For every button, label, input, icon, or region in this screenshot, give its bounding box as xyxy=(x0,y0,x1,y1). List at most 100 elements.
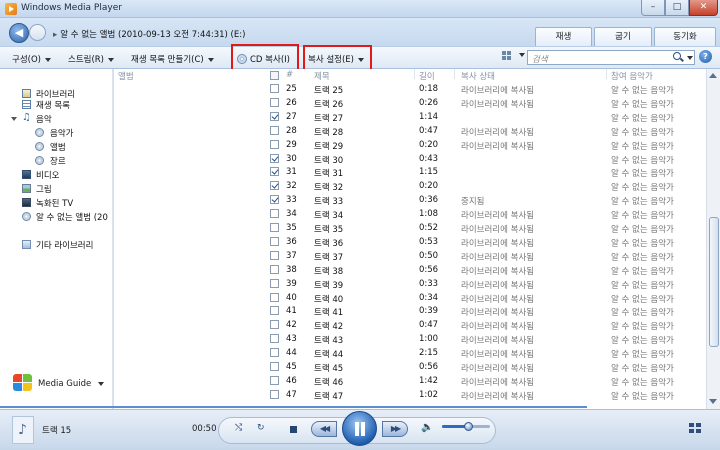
stream-menu[interactable]: 스트림(R) xyxy=(68,53,114,65)
forward-button[interactable] xyxy=(29,24,46,41)
track-row[interactable]: 42 트랙 42 0:47 라이브러리에 복사됨 알 수 없는 음악가 xyxy=(114,318,706,332)
view-options-icon[interactable] xyxy=(502,51,512,61)
track-checkbox[interactable] xyxy=(270,334,279,344)
track-checkbox[interactable] xyxy=(270,389,279,399)
column-header-title[interactable]: 제목 xyxy=(314,70,330,82)
search-icon[interactable] xyxy=(673,52,681,60)
track-checkbox[interactable] xyxy=(270,97,279,107)
sidebar-item-playlists[interactable]: 재생 목록 xyxy=(36,99,70,111)
track-checkbox[interactable] xyxy=(270,125,279,135)
sidebar-item-unknown-album[interactable]: 알 수 없는 앨범 (20 xyxy=(36,211,108,223)
seek-progress-bar[interactable] xyxy=(0,406,587,408)
stop-button[interactable] xyxy=(290,426,297,433)
switch-to-now-playing-icon[interactable] xyxy=(689,423,702,434)
column-header-length[interactable]: 길이 xyxy=(419,70,435,82)
track-row[interactable]: 39 트랙 39 0:33 라이브러리에 복사됨 알 수 없는 음악가 xyxy=(114,277,706,291)
track-row[interactable]: 43 트랙 43 1:00 라이브러리에 복사됨 알 수 없는 음악가 xyxy=(114,332,706,346)
track-row[interactable]: 30 트랙 30 0:43 알 수 없는 음악가 xyxy=(114,152,706,166)
select-all-checkbox[interactable] xyxy=(270,71,279,80)
breadcrumb-item[interactable]: 알 수 없는 앨범 (2010-09-13 오전 7:44:31) (E:) xyxy=(60,30,245,40)
help-icon[interactable]: ? xyxy=(699,50,712,63)
column-header-contributing-artist[interactable]: 참여 음악가 xyxy=(611,70,653,82)
shuffle-icon[interactable]: ⤭ xyxy=(235,423,242,433)
track-checkbox[interactable] xyxy=(270,320,279,330)
back-button[interactable]: ◀ xyxy=(9,23,29,43)
column-divider[interactable] xyxy=(606,69,607,79)
track-row[interactable]: 29 트랙 29 0:20 라이브러리에 복사됨 알 수 없는 음악가 xyxy=(114,138,706,152)
next-button[interactable]: ▶▶ xyxy=(382,421,408,437)
track-checkbox[interactable] xyxy=(270,153,279,163)
search-input[interactable]: 검색 xyxy=(527,50,695,65)
track-row[interactable]: 35 트랙 35 0:52 라이브러리에 복사됨 알 수 없는 음악가 xyxy=(114,221,706,235)
track-row[interactable]: 32 트랙 32 0:20 알 수 없는 음악가 xyxy=(114,179,706,193)
volume-slider[interactable] xyxy=(442,422,490,431)
track-row[interactable]: 46 트랙 46 1:42 라이브러리에 복사됨 알 수 없는 음악가 xyxy=(114,374,706,388)
track-row[interactable]: 41 트랙 41 0:39 라이브러리에 복사됨 알 수 없는 음악가 xyxy=(114,304,706,318)
close-button[interactable]: ✕ xyxy=(689,0,718,16)
pause-button[interactable] xyxy=(342,411,377,446)
organize-menu[interactable]: 구성(O) xyxy=(12,53,51,65)
track-row[interactable]: 40 트랙 40 0:34 라이브러리에 복사됨 알 수 없는 음악가 xyxy=(114,291,706,305)
scrollbar-thumb[interactable] xyxy=(709,217,719,347)
sidebar-item-other-libraries[interactable]: 기타 라이브러리 xyxy=(36,239,93,251)
sidebar-item-recorded-tv[interactable]: 녹화된 TV xyxy=(36,197,73,209)
track-checkbox[interactable] xyxy=(270,167,279,177)
tab-play[interactable]: 재생 xyxy=(535,27,592,46)
scroll-down-arrow-icon[interactable] xyxy=(709,399,717,404)
track-checkbox[interactable] xyxy=(270,348,279,358)
track-row[interactable]: 47 트랙 47 1:02 라이브러리에 복사됨 알 수 없는 음악가 xyxy=(114,388,706,402)
sidebar-item-genre[interactable]: 장르 xyxy=(50,155,66,167)
track-row[interactable]: 44 트랙 44 2:15 라이브러리에 복사됨 알 수 없는 음악가 xyxy=(114,346,706,360)
track-checkbox[interactable] xyxy=(270,139,279,149)
maximize-button[interactable]: □ xyxy=(665,0,689,16)
track-checkbox[interactable] xyxy=(270,306,279,316)
track-checkbox[interactable] xyxy=(270,264,279,274)
track-row[interactable]: 34 트랙 34 1:08 라이브러리에 복사됨 알 수 없는 음악가 xyxy=(114,207,706,221)
track-checkbox[interactable] xyxy=(270,223,279,232)
track-row[interactable]: 33 트랙 33 0:36 중지됨 알 수 없는 음악가 xyxy=(114,193,706,207)
track-row[interactable]: 45 트랙 45 0:56 라이브러리에 복사됨 알 수 없는 음악가 xyxy=(114,360,706,374)
track-row[interactable]: 27 트랙 27 1:14 알 수 없는 음악가 xyxy=(114,110,706,124)
media-guide-button[interactable]: Media Guide xyxy=(38,379,105,389)
repeat-icon[interactable]: ↻ xyxy=(257,423,265,433)
column-header-album[interactable]: 앨범 xyxy=(118,70,134,82)
column-header-number[interactable]: # xyxy=(286,70,293,80)
expand-caret-icon[interactable] xyxy=(11,117,17,121)
track-checkbox[interactable] xyxy=(270,181,279,191)
track-row[interactable]: 38 트랙 38 0:56 라이브러리에 복사됨 알 수 없는 음악가 xyxy=(114,263,706,277)
track-checkbox[interactable] xyxy=(270,111,279,121)
sidebar-item-album[interactable]: 앨범 xyxy=(50,141,66,153)
track-row[interactable]: 36 트랙 36 0:53 라이브러리에 복사됨 알 수 없는 음악가 xyxy=(114,235,706,249)
vertical-scrollbar[interactable] xyxy=(706,69,720,409)
column-header-rip-status[interactable]: 복사 상태 xyxy=(461,70,495,82)
volume-icon[interactable]: 🔈 xyxy=(421,422,433,433)
breadcrumb[interactable]: ▸ 알 수 없는 앨범 (2010-09-13 오전 7:44:31) (E:) xyxy=(53,28,245,40)
track-row[interactable]: 26 트랙 26 0:26 라이브러리에 복사됨 알 수 없는 음악가 xyxy=(114,96,706,110)
track-row[interactable]: 25 트랙 25 0:18 라이브러리에 복사됨 알 수 없는 음악가 xyxy=(114,82,706,96)
sidebar-item-music[interactable]: 음악 xyxy=(36,113,52,125)
track-checkbox[interactable] xyxy=(270,278,279,288)
track-checkbox[interactable] xyxy=(270,250,279,260)
track-checkbox[interactable] xyxy=(270,292,279,302)
column-divider[interactable] xyxy=(454,69,455,79)
track-row[interactable]: 28 트랙 28 0:47 라이브러리에 복사됨 알 수 없는 음악가 xyxy=(114,124,706,138)
track-checkbox[interactable] xyxy=(270,375,279,385)
previous-button[interactable]: ◀◀ xyxy=(311,421,337,437)
tab-burn[interactable]: 굽기 xyxy=(594,27,652,46)
track-row[interactable]: 31 트랙 31 1:15 알 수 없는 음악가 xyxy=(114,165,706,179)
sidebar-item-video[interactable]: 비디오 xyxy=(36,169,59,181)
create-playlist-menu[interactable]: 재생 목록 만들기(C) xyxy=(131,53,214,65)
minimize-button[interactable]: – xyxy=(641,0,665,16)
track-checkbox[interactable] xyxy=(270,209,279,219)
column-divider[interactable] xyxy=(414,69,415,79)
scroll-up-arrow-icon[interactable] xyxy=(709,73,717,78)
sidebar-item-pictures[interactable]: 그림 xyxy=(36,183,52,195)
track-checkbox[interactable] xyxy=(270,362,279,371)
track-checkbox[interactable] xyxy=(270,236,279,246)
search-options-chevron-icon[interactable] xyxy=(687,56,693,60)
sidebar-item-artist[interactable]: 음악가 xyxy=(50,127,73,139)
tab-sync[interactable]: 동기화 xyxy=(654,27,716,46)
track-checkbox[interactable] xyxy=(270,195,279,205)
track-row[interactable]: 37 트랙 37 0:50 라이브러리에 복사됨 알 수 없는 음악가 xyxy=(114,249,706,263)
track-checkbox[interactable] xyxy=(270,84,279,93)
